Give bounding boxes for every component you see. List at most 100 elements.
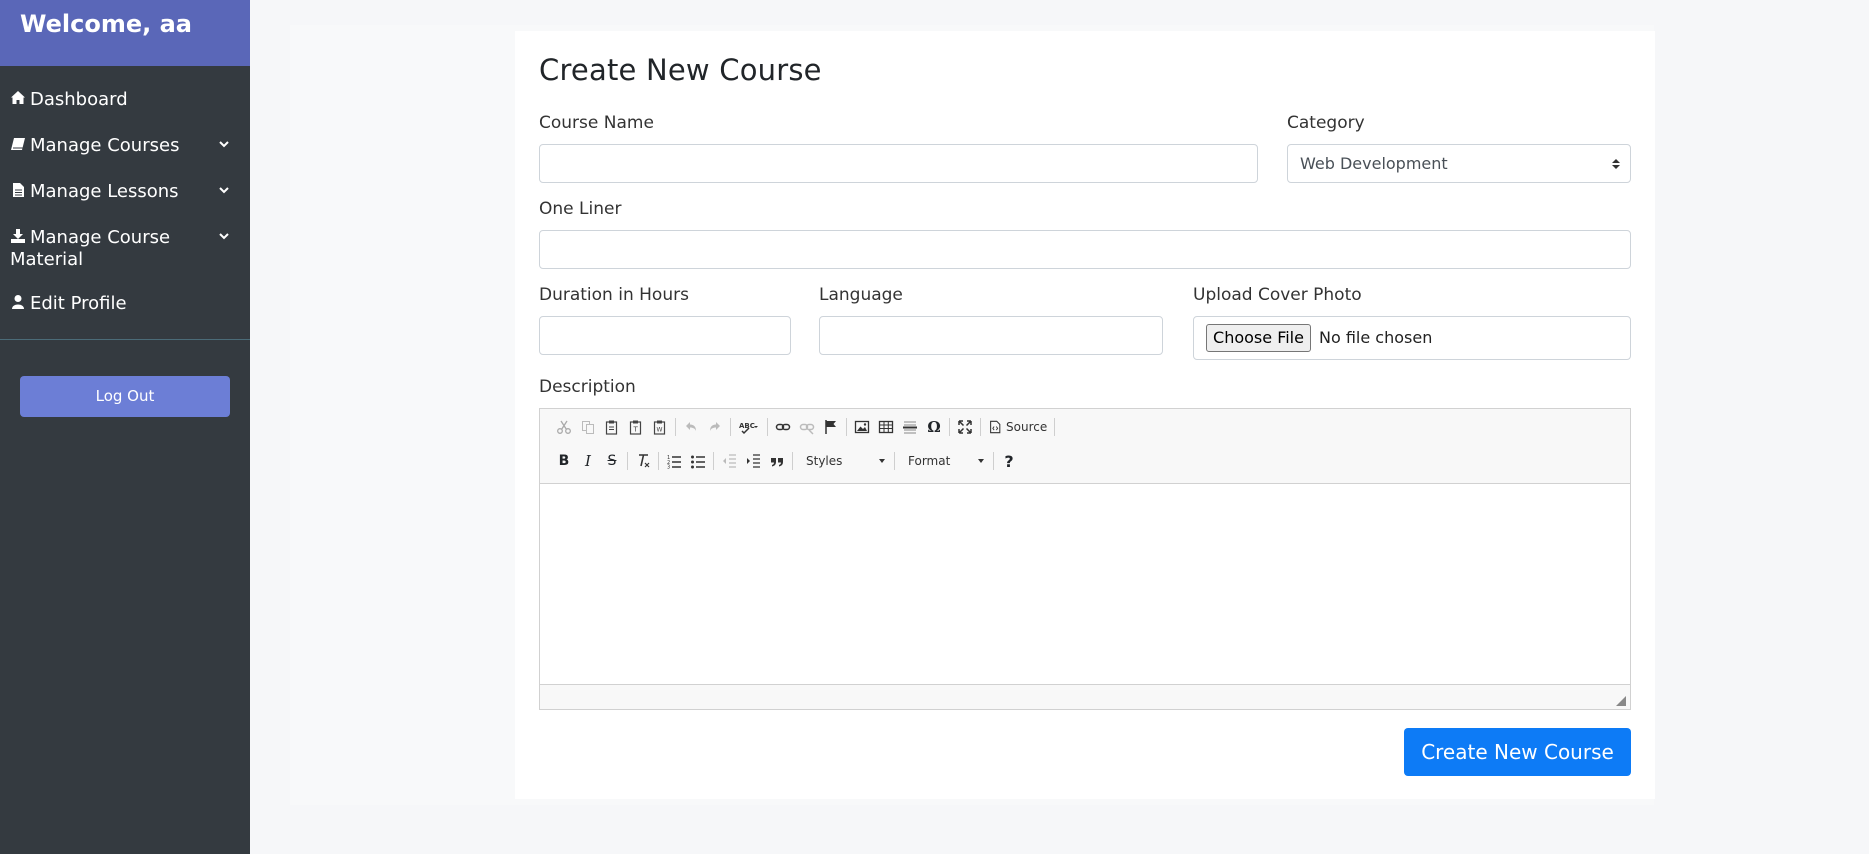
numbered-list-button[interactable]: 123 xyxy=(662,449,686,473)
paste-text-icon: T xyxy=(629,420,642,435)
description-editor-area[interactable] xyxy=(540,484,1630,684)
toolbar-separator xyxy=(1054,418,1056,436)
paste-text-button[interactable]: T xyxy=(624,415,648,439)
omega-icon: Ω xyxy=(927,418,941,436)
image-button[interactable] xyxy=(850,415,874,439)
duration-label: Duration in Hours xyxy=(539,285,689,305)
cover-photo-label: Upload Cover Photo xyxy=(1193,285,1362,305)
outdent-button[interactable] xyxy=(717,449,741,473)
paste-button[interactable] xyxy=(600,415,624,439)
description-label: Description xyxy=(539,377,636,397)
cut-icon xyxy=(557,420,571,434)
maximize-icon xyxy=(958,420,972,434)
language-input[interactable] xyxy=(819,316,1163,355)
format-dropdown[interactable]: Format xyxy=(898,449,990,473)
table-button[interactable] xyxy=(874,415,898,439)
unlink-icon xyxy=(799,423,815,435)
strikethrough-button[interactable]: S xyxy=(600,449,624,473)
blockquote-icon xyxy=(771,458,783,467)
course-name-input[interactable] xyxy=(539,144,1258,183)
copy-icon xyxy=(582,421,594,434)
toolbar-separator xyxy=(730,418,731,436)
blockquote-button[interactable] xyxy=(765,449,789,473)
select-arrows-icon xyxy=(1612,159,1620,169)
svg-text:W: W xyxy=(657,427,663,434)
spellcheck-button[interactable]: ABC xyxy=(734,415,764,439)
toolbar-separator xyxy=(767,418,768,436)
remove-format-button[interactable] xyxy=(631,449,655,473)
sidebar-item-label: Dashboard xyxy=(30,89,128,110)
toolbar-row-1: T W ABC Ω Source xyxy=(552,415,1058,439)
logout-button[interactable]: Log Out xyxy=(20,376,230,417)
strikethrough-icon: S xyxy=(607,453,617,469)
bold-button[interactable]: B xyxy=(552,449,576,473)
book-icon xyxy=(11,138,25,150)
cover-photo-file-input[interactable]: Choose File No file chosen xyxy=(1193,316,1631,360)
table-icon xyxy=(878,420,894,434)
indent-button[interactable] xyxy=(741,449,765,473)
indent-icon xyxy=(747,454,760,468)
special-char-button[interactable]: Ω xyxy=(922,415,946,439)
help-icon: ? xyxy=(1004,451,1014,471)
file-status-text: No file chosen xyxy=(1319,328,1433,347)
sidebar-item-manage-lessons[interactable]: Manage Lessons xyxy=(0,181,250,203)
toolbar-row-2: B I S 123 Styles Format ? xyxy=(552,449,1021,473)
cut-button[interactable] xyxy=(552,415,576,439)
create-course-submit-button[interactable]: Create New Course xyxy=(1404,728,1631,776)
sidebar-nav: Dashboard Manage Courses Manage Lessons … xyxy=(0,66,250,315)
horizontal-rule-button[interactable] xyxy=(898,415,922,439)
styles-dropdown[interactable]: Styles xyxy=(796,449,891,473)
sidebar-item-label: Manage Courses xyxy=(30,135,180,156)
unlink-button[interactable] xyxy=(795,415,819,439)
resize-handle-icon[interactable] xyxy=(1616,696,1626,706)
caret-down-icon xyxy=(879,459,885,463)
maximize-button[interactable] xyxy=(953,415,977,439)
redo-icon xyxy=(710,422,720,431)
redo-button[interactable] xyxy=(703,415,727,439)
sidebar-item-edit-profile[interactable]: Edit Profile xyxy=(0,293,250,315)
rich-text-editor: T W ABC Ω Source B I S 1 2 3 Styles Form… xyxy=(539,408,1631,710)
toolbar-separator xyxy=(792,452,793,470)
one-liner-input[interactable] xyxy=(539,230,1631,269)
link-button[interactable] xyxy=(771,415,795,439)
duration-input[interactable] xyxy=(539,316,791,355)
sidebar-item-label: Edit Profile xyxy=(30,293,127,314)
category-selected-value: Web Development xyxy=(1300,154,1448,173)
sidebar-item-label: Manage Course Material xyxy=(10,227,171,270)
toolbar-separator xyxy=(675,418,676,436)
sidebar-item-dashboard[interactable]: Dashboard xyxy=(0,89,250,111)
page-title: Create New Course xyxy=(539,53,822,87)
toolbar-separator xyxy=(713,452,714,470)
copy-button[interactable] xyxy=(576,415,600,439)
format-label: Format xyxy=(908,454,951,468)
choose-file-button[interactable]: Choose File xyxy=(1206,324,1311,352)
source-button[interactable]: Source xyxy=(984,415,1051,439)
sidebar-item-manage-course-material[interactable]: Manage Course Material xyxy=(0,227,250,271)
italic-button[interactable]: I xyxy=(576,449,600,473)
one-liner-label: One Liner xyxy=(539,199,622,219)
welcome-text: Welcome, aa xyxy=(20,10,192,38)
paste-word-button[interactable]: W xyxy=(648,415,672,439)
svg-text:3: 3 xyxy=(667,465,670,470)
sidebar-item-manage-courses[interactable]: Manage Courses xyxy=(0,135,250,157)
help-button[interactable]: ? xyxy=(997,449,1021,473)
category-select[interactable]: Web Development xyxy=(1287,144,1631,183)
editor-status-bar xyxy=(540,684,1630,709)
chevron-down-icon[interactable] xyxy=(218,138,230,150)
anchor-button[interactable] xyxy=(819,415,843,439)
toolbar-separator xyxy=(846,418,847,436)
sidebar: Welcome, aa Dashboard Manage Courses Man… xyxy=(0,0,250,854)
source-label: Source xyxy=(1006,420,1048,434)
sidebar-header: Welcome, aa xyxy=(0,0,250,66)
caret-down-icon xyxy=(978,459,984,463)
undo-button[interactable] xyxy=(679,415,703,439)
styles-label: Styles xyxy=(806,454,843,468)
chevron-down-icon[interactable] xyxy=(218,230,230,242)
chevron-down-icon[interactable] xyxy=(218,184,230,196)
toolbar-separator xyxy=(658,452,659,470)
toolbar-separator xyxy=(894,452,895,470)
bulleted-list-button[interactable] xyxy=(686,449,710,473)
spellcheck-icon: ABC xyxy=(739,422,758,435)
toolbar-separator xyxy=(993,452,994,470)
svg-text:ABC: ABC xyxy=(739,422,755,430)
